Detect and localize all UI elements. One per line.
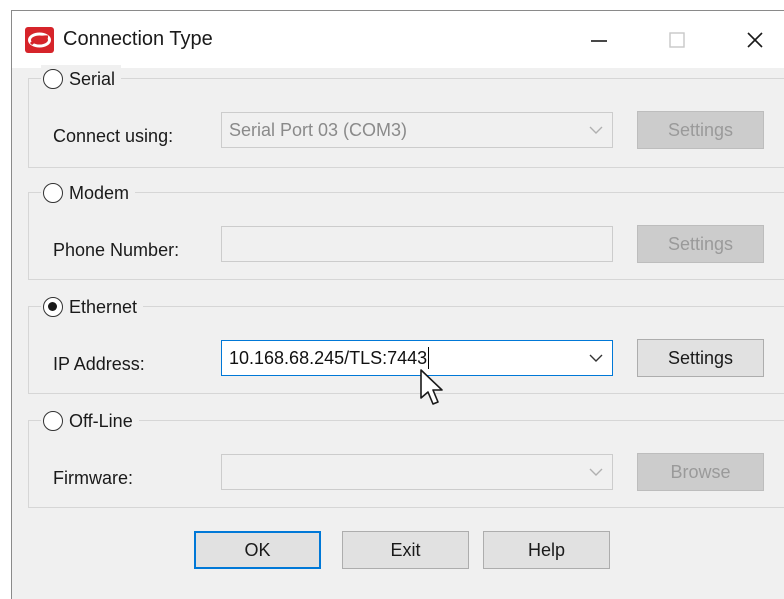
app-logo-icon	[25, 27, 54, 53]
connect-using-label: Connect using:	[53, 126, 174, 146]
help-button[interactable]: Help	[483, 531, 610, 569]
serial-group: Serial Connect using: Serial Port 03 (CO…	[28, 65, 784, 168]
offline-radio-circle[interactable]	[43, 411, 63, 431]
serial-radio[interactable]: Serial	[41, 65, 122, 93]
window-title: Connection Type	[63, 28, 213, 50]
serial-radio-label: Serial	[69, 68, 116, 89]
phone-number-input[interactable]	[221, 226, 613, 262]
close-button[interactable]	[733, 21, 777, 59]
chevron-down-icon	[589, 126, 603, 134]
modem-radio-label: Modem	[69, 182, 130, 203]
ok-button[interactable]: OK	[194, 531, 321, 569]
modem-settings-button[interactable]: Settings	[637, 225, 764, 263]
serial-port-value: Serial Port 03 (COM3)	[229, 119, 408, 140]
close-icon	[747, 32, 763, 48]
serial-port-select[interactable]: Serial Port 03 (COM3)	[221, 112, 613, 148]
ethernet-radio-circle[interactable]	[43, 297, 63, 317]
ip-address-combobox[interactable]: 10.168.68.245/TLS:7443	[221, 340, 613, 376]
minimize-button[interactable]	[577, 21, 621, 59]
offline-group: Off-Line Firmware: Browse	[28, 407, 784, 508]
offline-radio-label: Off-Line	[69, 410, 133, 431]
maximize-button[interactable]	[655, 21, 699, 59]
minimize-icon	[591, 40, 607, 42]
connection-type-dialog: Connection Type Serial Connect using: Se…	[11, 10, 784, 599]
firmware-browse-button[interactable]: Browse	[637, 453, 764, 491]
ethernet-group: Ethernet IP Address: 10.168.68.245/TLS:7…	[28, 293, 784, 394]
modem-radio-circle[interactable]	[43, 183, 63, 203]
modem-group: Modem Phone Number: Settings	[28, 179, 784, 280]
serial-settings-button[interactable]: Settings	[637, 111, 764, 149]
text-caret	[428, 347, 430, 369]
offline-radio[interactable]: Off-Line	[41, 407, 139, 435]
ip-address-label: IP Address:	[53, 354, 145, 374]
exit-button[interactable]: Exit	[342, 531, 469, 569]
phone-number-label: Phone Number:	[53, 240, 180, 260]
chevron-down-icon[interactable]	[588, 351, 604, 365]
title-bar[interactable]: Connection Type	[12, 11, 784, 68]
ethernet-settings-button[interactable]: Settings	[637, 339, 764, 377]
chevron-down-icon	[589, 468, 603, 476]
serial-radio-circle[interactable]	[43, 69, 63, 89]
firmware-select[interactable]	[221, 454, 613, 490]
mouse-cursor-icon	[420, 369, 443, 405]
maximize-icon	[669, 32, 685, 48]
ethernet-radio[interactable]: Ethernet	[41, 293, 144, 321]
modem-radio[interactable]: Modem	[41, 179, 136, 207]
firmware-label: Firmware:	[53, 468, 133, 488]
ethernet-radio-label: Ethernet	[69, 296, 138, 317]
ip-address-value: 10.168.68.245/TLS:7443	[229, 347, 428, 368]
